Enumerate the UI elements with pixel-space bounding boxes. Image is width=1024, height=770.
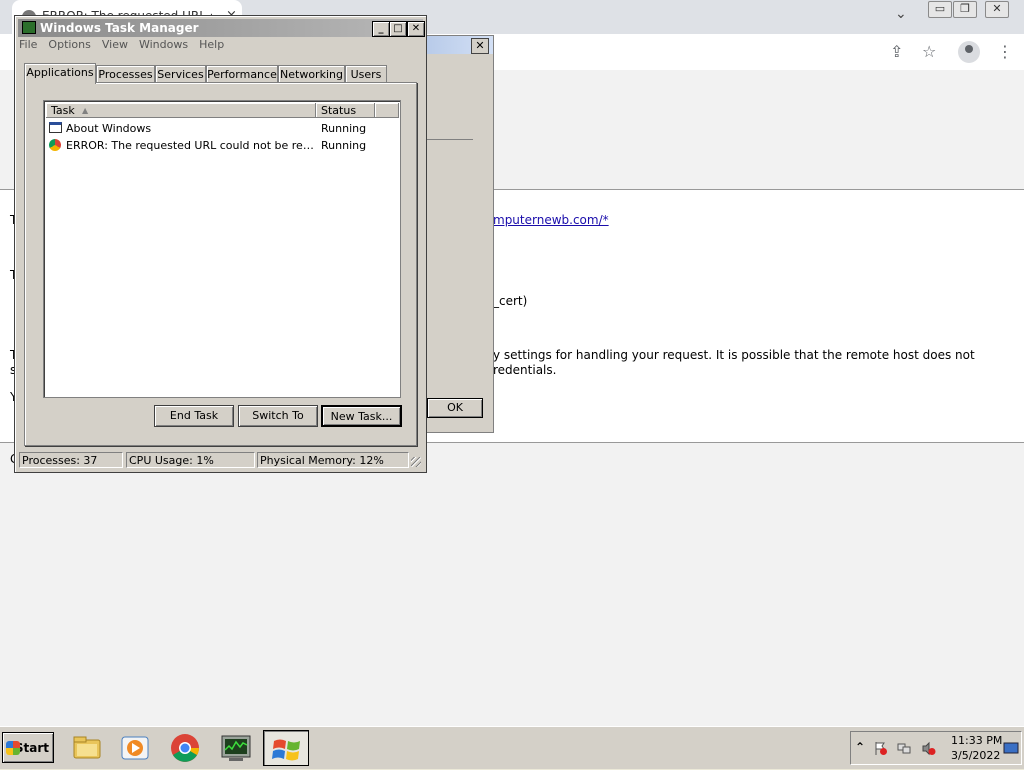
tab-services[interactable]: Services (155, 65, 206, 83)
windows-logo-icon (272, 739, 300, 761)
taskbar-explorer[interactable] (64, 730, 110, 766)
column-header-task-label: Task (51, 104, 75, 117)
menu-file[interactable]: File (19, 38, 37, 51)
task-manager-icon (221, 735, 251, 761)
applications-panel: Task ▲ Status About Windows Running ERRO… (24, 82, 417, 446)
status-processes: Processes: 37 (19, 452, 123, 468)
task-row[interactable]: About Windows Running (48, 120, 396, 137)
explorer-icon (73, 736, 101, 759)
task-manager-titlebar[interactable]: Windows Task Manager _ □ ✕ (18, 19, 425, 37)
about-close-button[interactable]: ✕ (471, 38, 489, 54)
status-bar: Processes: 37 CPU Usage: 1% Physical Mem… (18, 452, 423, 469)
taskbar-about-windows[interactable] (263, 730, 309, 766)
more-menu-icon[interactable]: ⋮ (997, 42, 1013, 61)
tab-search-icon[interactable]: ⌄ (895, 6, 907, 22)
switch-to-button[interactable]: Switch To (238, 405, 318, 427)
tab-applications[interactable]: Applications (24, 63, 96, 84)
body-text-3: _cert) (493, 294, 528, 308)
bookmark-star-icon[interactable]: ☆ (922, 42, 936, 61)
network-icon[interactable] (897, 741, 912, 756)
task-manager-window: Windows Task Manager _ □ ✕ File Options Vi… (14, 15, 427, 473)
new-task-button[interactable]: New Task... (321, 405, 402, 427)
media-player-icon (121, 736, 149, 760)
task-name: ERROR: The requested URL could not be re… (66, 139, 316, 152)
about-windows-dialog: ✕ OK (420, 35, 494, 433)
share-icon[interactable]: ⇪ (890, 42, 903, 61)
system-tray: ⌃ 11:33 PM 3/5/2022 (850, 731, 1022, 765)
taskbar-chrome[interactable] (162, 730, 208, 766)
window-title: Windows Task Manager (40, 21, 199, 35)
status-physical-memory: Physical Memory: 12% (257, 452, 409, 468)
tab-processes[interactable]: Processes (96, 65, 155, 83)
tab-users[interactable]: Users (345, 65, 387, 83)
resize-grip[interactable] (411, 457, 421, 467)
tab-performance[interactable]: Performance (206, 65, 278, 83)
clock-time[interactable]: 11:33 PM (951, 734, 1002, 747)
taskbar-task-manager[interactable] (213, 730, 259, 766)
windows-flag-icon (6, 741, 20, 755)
profile-avatar[interactable] (958, 41, 980, 63)
error-page-footer (0, 443, 1024, 726)
tab-networking[interactable]: Networking (278, 65, 345, 83)
column-header-status[interactable]: Status (316, 103, 375, 118)
task-status: Running (321, 139, 367, 152)
show-desktop-icon[interactable] (1003, 740, 1019, 756)
menu-windows[interactable]: Windows (139, 38, 188, 51)
action-center-flag-icon[interactable] (873, 741, 888, 756)
body-text-4: y settings for handling your request. It… (493, 348, 975, 362)
menu-view[interactable]: View (102, 38, 128, 51)
task-manager-icon (22, 21, 36, 34)
status-cpu-usage: CPU Usage: 1% (126, 452, 255, 468)
column-header-task[interactable]: Task ▲ (46, 103, 316, 118)
end-task-button[interactable]: End Task (154, 405, 234, 427)
close-button[interactable]: ✕ (985, 1, 1009, 18)
volume-muted-icon[interactable] (921, 741, 936, 756)
chrome-icon (171, 734, 199, 762)
taskbar: Start ⌃ 11:33 PM 3/5/2022 (0, 726, 1024, 769)
clock-date[interactable]: 3/5/2022 (951, 749, 1000, 762)
error-url-link[interactable]: mputernewb.com/* (493, 213, 609, 227)
start-button[interactable]: Start (2, 732, 54, 763)
task-list[interactable]: Task ▲ Status About Windows Running ERRO… (43, 100, 401, 398)
tm-close-button[interactable]: ✕ (407, 21, 425, 37)
chrome-icon (49, 139, 61, 151)
window-icon (49, 122, 62, 133)
about-dialog-titlebar[interactable]: ✕ (421, 36, 493, 54)
menu-bar: File Options View Windows Help (19, 38, 235, 56)
sort-ascending-icon: ▲ (82, 106, 89, 115)
about-divider (427, 139, 473, 140)
show-hidden-icons-icon[interactable]: ⌃ (855, 740, 865, 754)
body-text-5: redentials. (493, 363, 557, 377)
menu-help[interactable]: Help (199, 38, 224, 51)
column-header-empty (375, 103, 399, 118)
taskbar-media-player[interactable] (112, 730, 158, 766)
task-row[interactable]: ERROR: The requested URL could not be re… (48, 137, 396, 154)
tm-maximize-button[interactable]: □ (389, 21, 407, 37)
task-name: About Windows (66, 122, 152, 135)
minimize-button[interactable]: ▭ (928, 1, 952, 18)
about-ok-button[interactable]: OK (427, 398, 483, 418)
restore-button[interactable]: ❐ (953, 1, 977, 18)
tm-minimize-button[interactable]: _ (372, 21, 390, 37)
task-status: Running (321, 122, 367, 135)
menu-options[interactable]: Options (48, 38, 90, 51)
